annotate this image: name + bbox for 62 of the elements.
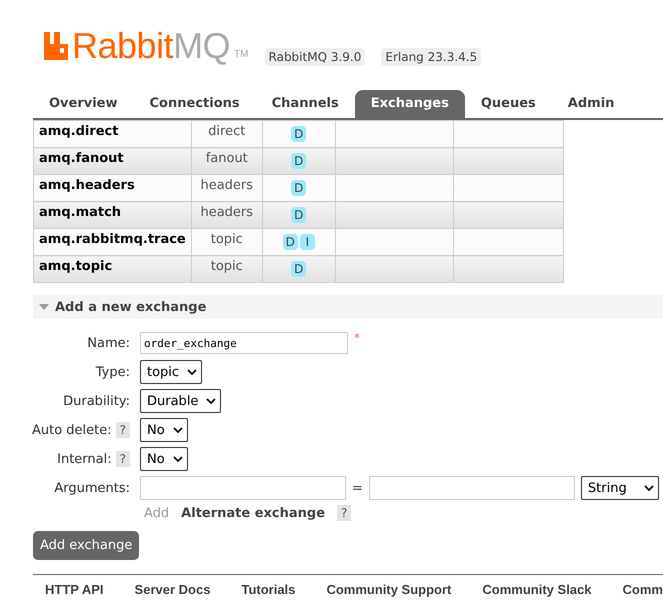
select-dropdown[interactable]: topic	[140, 360, 202, 384]
feature-badge: D	[282, 234, 298, 250]
select-dropdown[interactable]: No	[140, 447, 188, 471]
select-dropdown[interactable]: String	[580, 476, 659, 500]
feature-badge: D	[291, 153, 306, 169]
exchange-name-cell[interactable]: amq.direct	[34, 120, 192, 148]
footer-link[interactable]: Community Slack	[482, 582, 592, 597]
exchange-type-cell: headers	[191, 202, 262, 228]
exchange-type-cell: fanout	[191, 148, 262, 174]
exchange-name-cell[interactable]: amq.rabbitmq.trace	[34, 228, 192, 256]
feature-badge: I	[300, 234, 315, 250]
nav-tab[interactable]: Admin	[552, 90, 630, 118]
caret-icon	[172, 427, 183, 433]
equals-sign: =	[352, 480, 363, 496]
field-label: Durability:	[63, 394, 130, 408]
version-badge: RabbitMQ 3.9.0	[264, 48, 366, 66]
logo-icon	[44, 32, 68, 60]
exchange-type-cell: headers	[191, 174, 262, 202]
exchange-name-cell[interactable]: amq.headers	[34, 174, 192, 202]
nav-tab[interactable]: Channels	[256, 90, 355, 118]
caret-icon	[172, 456, 183, 462]
exchange-type-cell: direct	[191, 120, 262, 148]
version-badge: Erlang 23.3.4.5	[381, 48, 482, 66]
help-button[interactable]: ?	[337, 505, 352, 521]
footer-link[interactable]: Comm	[622, 582, 663, 597]
argument-key-field[interactable]	[140, 476, 346, 500]
help-button[interactable]: ?	[116, 451, 130, 467]
footer-link[interactable]: HTTP API	[45, 582, 104, 597]
nav-tab[interactable]: Queues	[464, 90, 552, 118]
field-label: Type:	[96, 364, 130, 380]
exchange-name-cell[interactable]: amq.topic	[34, 256, 192, 282]
help-button[interactable]: ?	[116, 422, 130, 438]
alternate-exchange-link[interactable]: Alternate exchange	[181, 506, 326, 520]
nav-tab[interactable]: Exchanges	[354, 90, 465, 118]
required-mark: *	[354, 331, 360, 345]
select-dropdown[interactable]: No	[140, 418, 188, 442]
name-field[interactable]: order_exchange	[140, 332, 348, 354]
footer-link[interactable]: Tutorials	[241, 582, 296, 597]
nav-tab[interactable]: Overview	[33, 90, 134, 118]
argument-value-field[interactable]	[368, 476, 575, 500]
footer-link[interactable]: Community Support	[326, 582, 452, 597]
field-label: Auto delete:	[32, 422, 112, 438]
triangle-icon	[39, 304, 49, 310]
section-header[interactable]: Add a new exchange	[33, 295, 663, 319]
add-exchange-button[interactable]: Add exchange	[33, 531, 140, 560]
field-label: Name:	[87, 336, 130, 350]
feature-badge: D	[291, 207, 306, 223]
feature-badge: D	[291, 180, 306, 196]
footer-link[interactable]: Server Docs	[134, 582, 210, 597]
caret-icon	[187, 369, 198, 375]
caret-icon	[644, 485, 654, 491]
field-label: Arguments:	[54, 480, 130, 496]
exchange-type-cell: topic	[191, 228, 262, 256]
field-label: Internal:	[57, 452, 112, 466]
exchange-type-cell: topic	[191, 256, 262, 282]
feature-badge: D	[291, 126, 306, 142]
feature-badge: D	[291, 261, 306, 277]
exchange-name-cell[interactable]: amq.match	[34, 202, 192, 228]
select-dropdown[interactable]: Durable	[140, 389, 222, 413]
exchange-name-cell[interactable]: amq.fanout	[34, 148, 192, 174]
nav-tab[interactable]: Connections	[134, 90, 256, 118]
caret-icon	[206, 398, 216, 404]
